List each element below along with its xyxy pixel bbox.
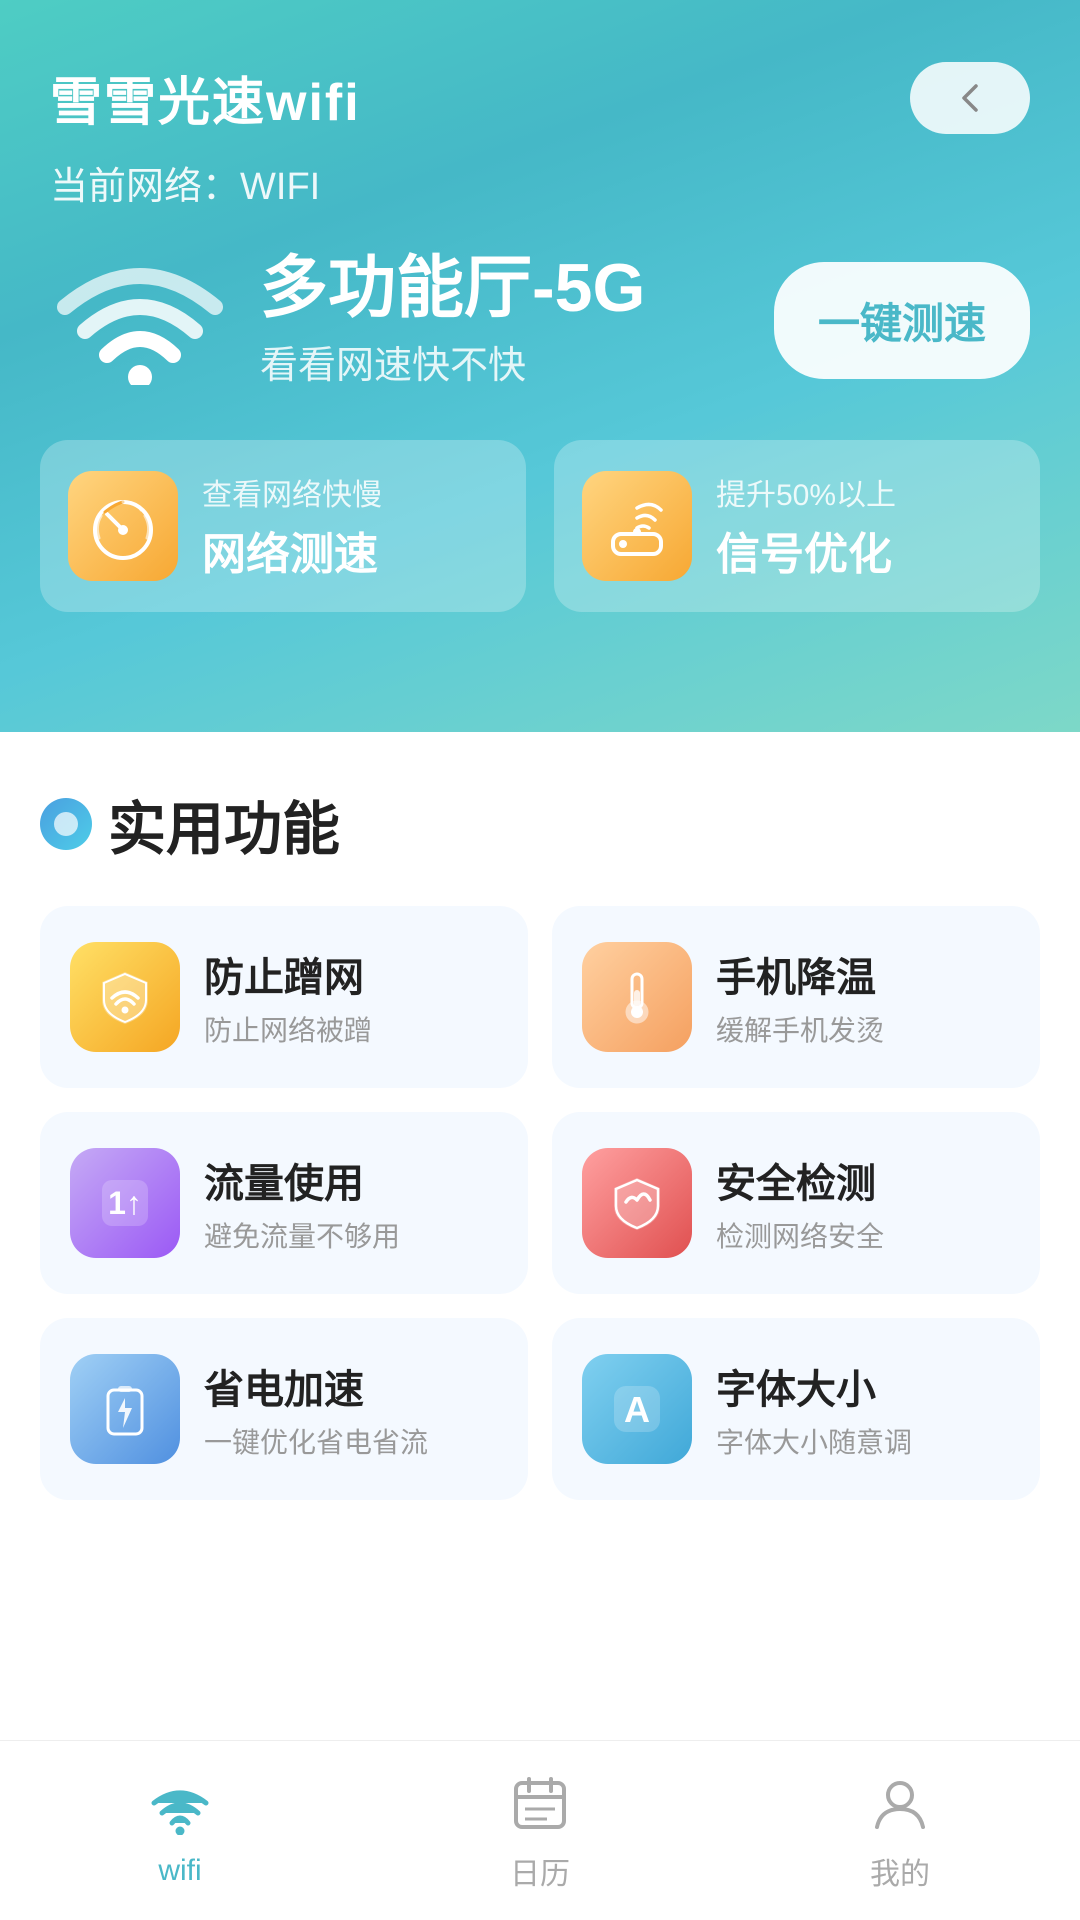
content-area: 实用功能 防止蹭网 防止网络被蹭 xyxy=(0,732,1080,1700)
section-dot xyxy=(40,798,92,850)
feature-sub-anti-freeload: 防止网络被蹭 xyxy=(204,1009,498,1049)
nav-label-wifi: wifi xyxy=(158,1854,201,1888)
nav-profile-svg xyxy=(871,1775,929,1833)
feature-main-security: 安全检测 xyxy=(716,1151,1010,1209)
nav-label-calendar: 日历 xyxy=(510,1849,570,1893)
feature-texts-security: 安全检测 检测网络安全 xyxy=(716,1151,1010,1255)
shield-wifi-icon xyxy=(70,942,180,1052)
feature-card-battery[interactable]: 省电加速 一键优化省电省流 xyxy=(40,1318,528,1500)
wifi-info-section: 多功能厅-5G 看看网速快不快 一键测速 xyxy=(0,250,1080,440)
current-network-label: 当前网络： xyxy=(50,166,240,208)
nav-calendar-svg xyxy=(511,1775,569,1833)
feature-card-anti-freeload[interactable]: 防止蹭网 防止网络被蹭 xyxy=(40,906,528,1088)
bottom-nav: wifi 日历 我的 xyxy=(0,1740,1080,1920)
top-bar: 雪雪光速wifi xyxy=(0,0,1080,155)
app-title: 雪雪光速wifi xyxy=(50,60,361,135)
data-usage-svg: 1↑ xyxy=(94,1172,156,1234)
feature-texts-cool-phone: 手机降温 缓解手机发烫 xyxy=(716,945,1010,1049)
signal-action-sub: 提升50%以上 xyxy=(716,470,1012,514)
data-usage-icon: 1↑ xyxy=(70,1148,180,1258)
svg-text:1↑: 1↑ xyxy=(108,1185,142,1221)
font-svg: A xyxy=(606,1378,668,1440)
feature-texts-font: 字体大小 字体大小随意调 xyxy=(716,1357,1010,1461)
thermometer-svg xyxy=(606,966,668,1028)
battery-icon xyxy=(70,1354,180,1464)
wifi-info-text: 多功能厅-5G 看看网速快不快 xyxy=(260,251,744,389)
feature-sub-cool-phone: 缓解手机发烫 xyxy=(716,1009,1010,1049)
feature-texts-anti-freeload: 防止蹭网 防止网络被蹭 xyxy=(204,945,498,1049)
feature-main-cool-phone: 手机降温 xyxy=(716,945,1010,1003)
feature-sub-battery: 一键优化省电省流 xyxy=(204,1421,498,1461)
feature-main-data-usage: 流量使用 xyxy=(204,1151,498,1209)
speed-action-main: 网络测速 xyxy=(202,518,498,582)
nav-tab-profile[interactable]: 我的 xyxy=(805,1749,995,1913)
speedometer-icon xyxy=(87,490,159,562)
feature-grid: 防止蹭网 防止网络被蹭 手机降温 缓解手机发烫 xyxy=(40,906,1040,1500)
signal-icon-container xyxy=(582,471,692,581)
svg-text:A: A xyxy=(624,1389,650,1430)
signal-action-texts: 提升50%以上 信号优化 xyxy=(716,470,1012,582)
nav-calendar-icon xyxy=(505,1769,575,1839)
security-svg xyxy=(606,1172,668,1234)
header-section: 雪雪光速wifi 当前网络：WIFI 多功能厅-5G 看看网速快不快 一键测速 xyxy=(0,0,1080,732)
wifi-name: 多功能厅-5G xyxy=(260,251,744,326)
battery-svg xyxy=(94,1378,156,1440)
nav-wifi-icon xyxy=(145,1774,215,1844)
wifi-sub: 看看网速快不快 xyxy=(260,334,744,389)
feature-main-font: 字体大小 xyxy=(716,1357,1010,1415)
nav-label-profile: 我的 xyxy=(870,1849,930,1893)
router-icon xyxy=(601,490,673,562)
feature-texts-battery: 省电加速 一键优化省电省流 xyxy=(204,1357,498,1461)
speed-icon-container xyxy=(68,471,178,581)
nav-profile-icon xyxy=(865,1769,935,1839)
speed-action-texts: 查看网络快慢 网络测速 xyxy=(202,470,498,582)
feature-main-battery: 省电加速 xyxy=(204,1357,498,1415)
feature-card-data-usage[interactable]: 1↑ 流量使用 避免流量不够用 xyxy=(40,1112,528,1294)
current-network-value: WIFI xyxy=(240,166,320,208)
security-icon xyxy=(582,1148,692,1258)
back-button[interactable] xyxy=(910,62,1030,134)
feature-card-cool-phone[interactable]: 手机降温 缓解手机发烫 xyxy=(552,906,1040,1088)
speed-test-button[interactable]: 一键测速 xyxy=(774,262,1030,379)
current-network: 当前网络：WIFI xyxy=(0,155,1080,250)
wifi-signal-icon xyxy=(55,255,225,385)
feature-card-font[interactable]: A 字体大小 字体大小随意调 xyxy=(552,1318,1040,1500)
network-speed-card[interactable]: 查看网络快慢 网络测速 xyxy=(40,440,526,612)
section-header: 实用功能 xyxy=(40,782,1040,866)
feature-sub-font: 字体大小随意调 xyxy=(716,1421,1010,1461)
signal-action-main: 信号优化 xyxy=(716,518,1012,582)
nav-wifi-svg xyxy=(150,1783,210,1835)
feature-sub-data-usage: 避免流量不够用 xyxy=(204,1215,498,1255)
feature-sub-security: 检测网络安全 xyxy=(716,1215,1010,1255)
feature-texts-data-usage: 流量使用 避免流量不够用 xyxy=(204,1151,498,1255)
section-dot-inner xyxy=(54,812,78,836)
thermometer-icon xyxy=(582,942,692,1052)
wifi-icon-large xyxy=(50,250,230,390)
section-title: 实用功能 xyxy=(108,782,340,866)
speed-action-sub: 查看网络快慢 xyxy=(202,470,498,514)
signal-optimize-card[interactable]: 提升50%以上 信号优化 xyxy=(554,440,1040,612)
shield-wifi-svg xyxy=(94,966,156,1028)
quick-actions: 查看网络快慢 网络测速 提升50%以上 信号优化 xyxy=(0,440,1080,672)
feature-card-security[interactable]: 安全检测 检测网络安全 xyxy=(552,1112,1040,1294)
nav-tab-wifi[interactable]: wifi xyxy=(85,1754,275,1908)
back-icon xyxy=(950,78,990,118)
feature-main-anti-freeload: 防止蹭网 xyxy=(204,945,498,1003)
nav-tab-calendar[interactable]: 日历 xyxy=(445,1749,635,1913)
font-icon: A xyxy=(582,1354,692,1464)
